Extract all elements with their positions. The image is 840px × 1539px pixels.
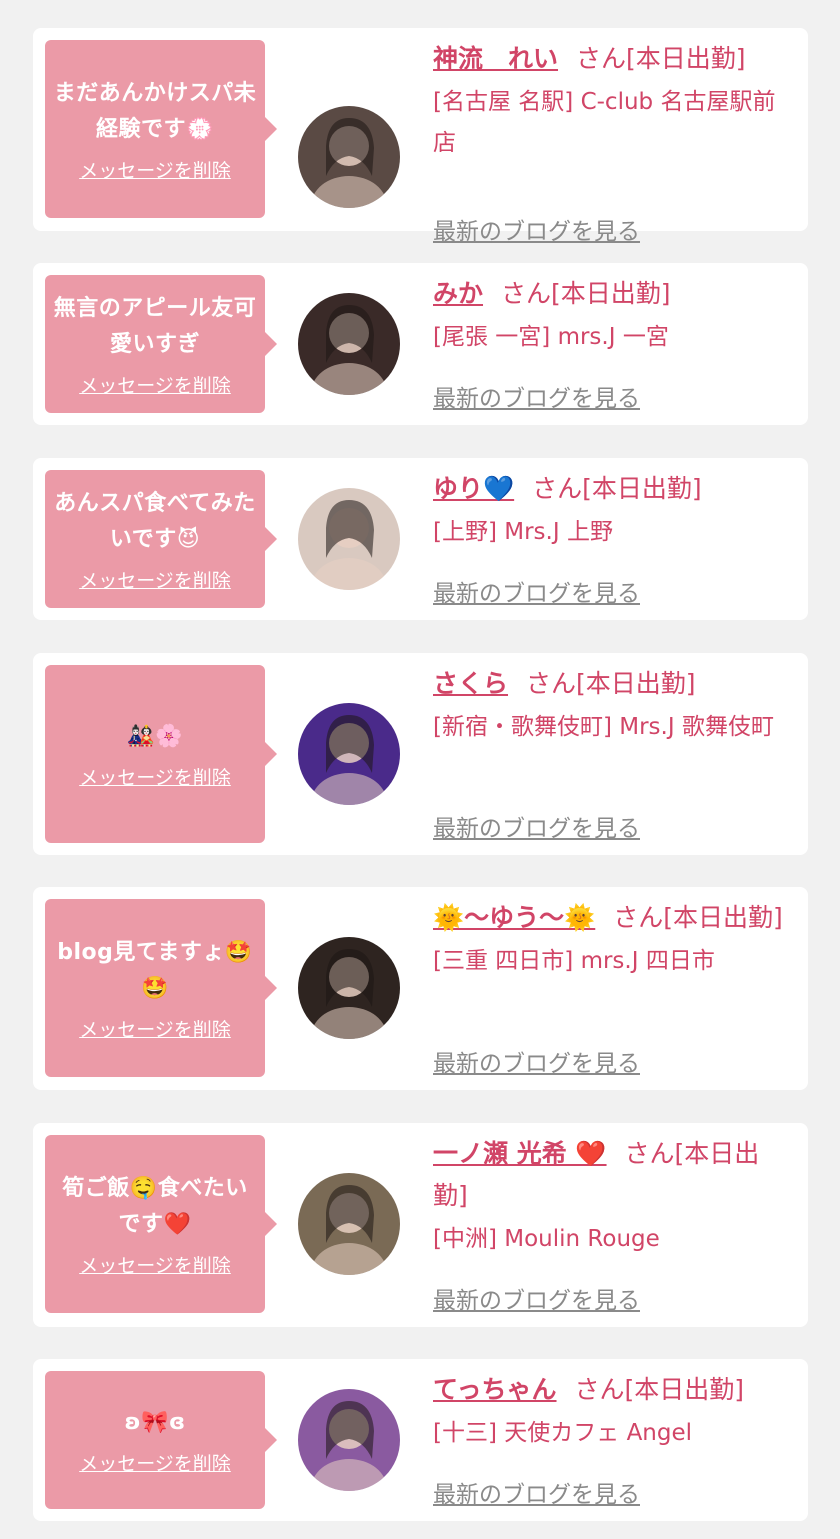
girl-name-link[interactable]: 神流 れい (433, 44, 558, 73)
shop-name: [中洲] Moulin Rouge (433, 1226, 660, 1252)
shop-name: [三重 四日市] mrs.J 四日市 (433, 948, 715, 974)
message-card: ʚ🎀ɞ メッセージを削除 てっちゃん さん[本日出勤] [十三] 天使カフェ Angel… (33, 1359, 808, 1521)
girl-name-link[interactable]: 🌞〜ゆう〜🌞 (433, 903, 595, 932)
avatar[interactable] (298, 293, 400, 395)
delete-message-link[interactable]: メッセージを削除 (79, 371, 231, 398)
girl-info: 一ノ瀬 光希 ❤️ さん[本日出勤] [中洲] Moulin Rouge (433, 1133, 794, 1260)
girl-name-link[interactable]: ゆり💙 (433, 474, 514, 503)
attendance-status: さん[本日出勤] (532, 474, 702, 503)
name-line: さくら さん[本日出勤] (433, 663, 794, 705)
delete-message-link[interactable]: メッセージを削除 (79, 1015, 231, 1042)
girl-name-link[interactable]: みか (433, 279, 483, 308)
latest-blog-link[interactable]: 最新のブログを見る (433, 574, 640, 608)
attendance-status: さん[本日出勤] (526, 669, 696, 698)
message-bubble: あんスパ食べてみたいです😈 メッセージを削除 (45, 470, 277, 608)
message-bubble: blog見てますょ🤩🤩 メッセージを削除 (45, 899, 277, 1077)
girl-name-link[interactable]: さくら (433, 669, 508, 698)
name-line: てっちゃん さん[本日出勤] (433, 1369, 794, 1411)
message-card: まだあんかけスパ未経験です💮 メッセージを削除 神流 れい さん[本日出勤] [名古屋 … (33, 28, 808, 245)
message-bubble: 🎎🌸 メッセージを削除 (45, 665, 277, 843)
girl-name-link[interactable]: てっちゃん (433, 1375, 557, 1404)
message-bubble: 無言のアピール友可愛いすぎメッセージを削除 (45, 275, 277, 413)
latest-blog-link[interactable]: 最新のブログを見る (433, 1044, 640, 1078)
latest-blog-link[interactable]: 最新のブログを見る (433, 212, 640, 246)
message-text: ʚ🎀ɞ (124, 1409, 186, 1435)
avatar[interactable] (298, 1173, 400, 1275)
name-line: 神流 れい さん[本日出勤] (433, 38, 794, 80)
avatar[interactable] (298, 106, 400, 208)
shop-name: [名古屋 名駅] C-club 名古屋駅前店 (433, 89, 776, 156)
message-card: 無言のアピール友可愛いすぎメッセージを削除 みか さん[本日出勤] [尾張 一宮] m… (33, 263, 808, 425)
attendance-status: さん[本日出勤] (613, 903, 783, 932)
message-text: まだあんかけスパ未経験です💮 (53, 80, 257, 142)
avatar[interactable] (298, 1389, 400, 1491)
shop-name: [上野] Mrs.J 上野 (433, 519, 613, 545)
message-bubble: 筍ご飯🤤食べたいです❤️ メッセージを削除 (45, 1135, 277, 1313)
delete-message-link[interactable]: メッセージを削除 (79, 1251, 231, 1278)
name-line: ゆり💙 さん[本日出勤] (433, 468, 794, 510)
attendance-status: さん[本日出勤] (574, 1375, 745, 1404)
attendance-status: さん[本日出勤] (576, 44, 746, 73)
girl-info: みか さん[本日出勤] [尾張 一宮] mrs.J 一宮 (433, 273, 794, 358)
girl-info: てっちゃん さん[本日出勤] [十三] 天使カフェ Angel (433, 1369, 794, 1454)
latest-blog-link[interactable]: 最新のブログを見る (433, 1281, 640, 1315)
delete-message-link[interactable]: メッセージを削除 (79, 566, 231, 593)
latest-blog-link[interactable]: 最新のブログを見る (433, 379, 640, 413)
message-card: あんスパ食べてみたいです😈 メッセージを削除 ゆり💙 さん[本日出勤] [上野] Mrs… (33, 458, 808, 620)
avatar[interactable] (298, 488, 400, 590)
delete-message-link[interactable]: メッセージを削除 (79, 763, 231, 790)
girl-name-link[interactable]: 一ノ瀬 光希 ❤️ (433, 1139, 607, 1168)
latest-blog-link[interactable]: 最新のブログを見る (433, 1475, 640, 1509)
girl-info: 🌞〜ゆう〜🌞 さん[本日出勤] [三重 四日市] mrs.J 四日市 (433, 897, 794, 982)
message-text: あんスパ食べてみたいです😈 (54, 490, 256, 552)
message-card: 筍ご飯🤤食べたいです❤️ メッセージを削除 一ノ瀬 光希 ❤️ さん[本日出勤] [中洲… (33, 1123, 808, 1327)
message-bubble: ʚ🎀ɞ メッセージを削除 (45, 1371, 277, 1509)
girl-info: 神流 れい さん[本日出勤] [名古屋 名駅] C-club 名古屋駅前店 (433, 38, 794, 164)
attendance-status: さん[本日出勤] (501, 279, 671, 308)
message-card: 🎎🌸 メッセージを削除 さくら さん[本日出勤] [新宿・歌舞伎町] Mrs.J 歌舞伎… (33, 653, 808, 855)
shop-name: [新宿・歌舞伎町] Mrs.J 歌舞伎町 (433, 714, 774, 740)
name-line: 一ノ瀬 光希 ❤️ さん[本日出勤] (433, 1133, 794, 1217)
name-line: 🌞〜ゆう〜🌞 さん[本日出勤] (433, 897, 794, 939)
avatar[interactable] (298, 937, 400, 1039)
delete-message-link[interactable]: メッセージを削除 (79, 1449, 231, 1476)
avatar[interactable] (298, 703, 400, 805)
girl-info: さくら さん[本日出勤] [新宿・歌舞伎町] Mrs.J 歌舞伎町 (433, 663, 794, 748)
message-card: blog見てますょ🤩🤩 メッセージを削除 🌞〜ゆう〜🌞 さん[本日出勤] [三重 四日市… (33, 887, 808, 1090)
latest-blog-link[interactable]: 最新のブログを見る (433, 809, 640, 843)
message-text: 筍ご飯🤤食べたいです❤️ (62, 1175, 248, 1237)
message-text: blog見てますょ🤩🤩 (57, 939, 253, 1001)
message-text: 無言のアピール友可愛いすぎ (53, 295, 257, 357)
girl-info: ゆり💙 さん[本日出勤] [上野] Mrs.J 上野 (433, 468, 794, 553)
shop-name: [尾張 一宮] mrs.J 一宮 (433, 324, 669, 350)
delete-message-link[interactable]: メッセージを削除 (79, 156, 231, 183)
message-bubble: まだあんかけスパ未経験です💮 メッセージを削除 (45, 40, 277, 218)
shop-name: [十三] 天使カフェ Angel (433, 1420, 693, 1446)
name-line: みか さん[本日出勤] (433, 273, 794, 315)
message-text: 🎎🌸 (127, 723, 183, 749)
